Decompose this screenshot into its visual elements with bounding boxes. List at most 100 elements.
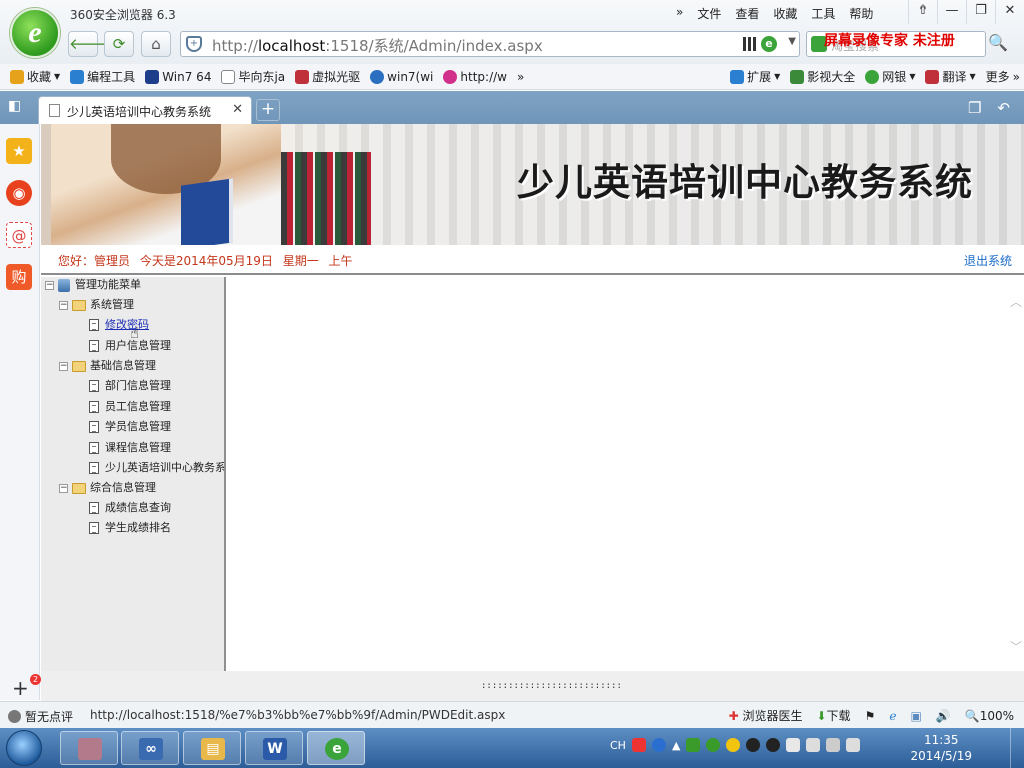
flag-icon[interactable] (786, 738, 801, 752)
back-button[interactable]: 🡐 (68, 31, 109, 57)
bookmark-item[interactable]: Win7 64 (145, 69, 211, 84)
zoom-icon: 🔍 (964, 708, 980, 723)
ie-icon[interactable]: ℯ (889, 709, 896, 723)
tab-close-icon[interactable]: ✕ (232, 102, 243, 117)
taskbar-app-photo[interactable] (60, 731, 118, 765)
undo-close-icon[interactable]: ↶ (997, 99, 1010, 117)
bookmark-item[interactable]: win7(wi (370, 69, 433, 84)
collapse-toggle-icon[interactable]: − (59, 361, 68, 371)
tree-item-student[interactable]: 学员信息管理 (89, 419, 171, 435)
taskbar-app-word[interactable]: W (245, 731, 303, 765)
collapse-toggle-icon[interactable]: − (45, 280, 54, 290)
tab-active[interactable]: 少儿英语培训中心教务系统 ✕ (38, 96, 252, 124)
chevron-down-icon[interactable]: ▼ (788, 36, 796, 47)
video-button[interactable]: 影视大全 (790, 68, 855, 85)
content-frame[interactable]: ︿ ﹀ (228, 277, 1024, 671)
tree-group-basic-info[interactable]: − 基础信息管理 (59, 358, 156, 374)
extensions-button[interactable]: 扩展 ▼ (730, 68, 780, 85)
ie-mode-icon[interactable]: e (761, 36, 777, 52)
menu-favorites[interactable]: 收藏 (773, 5, 797, 22)
collapse-toggle-icon[interactable]: − (59, 300, 68, 310)
security-icon[interactable] (706, 738, 721, 752)
bookmark-item[interactable]: 毕向东ja (221, 68, 285, 85)
translate-button[interactable]: 翻译 ▼ (925, 68, 976, 85)
tree-item-change-password[interactable]: 修改密码 (89, 317, 149, 333)
network-icon[interactable] (826, 738, 841, 752)
new-tab-button[interactable]: + (256, 99, 280, 121)
tree-group-system[interactable]: − 系统管理 (59, 297, 134, 313)
qq-icon[interactable] (766, 738, 781, 752)
download-button[interactable]: ⬇下载 (816, 707, 850, 724)
close-window-button[interactable]: ✕ (995, 0, 1024, 24)
menu-file[interactable]: 文件 (697, 5, 721, 22)
tree-item-score-ranking[interactable]: 学生成绩排名 (89, 520, 171, 536)
tree-item-course[interactable]: 课程信息管理 (89, 440, 171, 456)
tree-group-integrated[interactable]: − 综合信息管理 (59, 480, 156, 496)
add-sidebar-icon[interactable]: + (12, 676, 29, 700)
skin-button[interactable]: ⇮ (908, 0, 937, 24)
email-icon[interactable]: @ (6, 222, 32, 248)
scroll-down-icon[interactable]: ﹀ (1010, 638, 1022, 655)
weibo-icon[interactable]: ◉ (6, 180, 32, 206)
logout-link[interactable]: 退出系统 (964, 252, 1012, 269)
window-icon[interactable]: ▣ (910, 709, 921, 723)
browser-doctor-button[interactable]: ✚ 浏览器医生 (729, 707, 803, 724)
bookmark-item[interactable]: 编程工具 (70, 68, 135, 85)
menu-help[interactable]: 帮助 (849, 5, 873, 22)
menu-more-icon[interactable]: » (676, 5, 683, 22)
more-button[interactable]: 更多» (986, 68, 1020, 85)
bank-button[interactable]: 网银 ▼ (865, 68, 915, 85)
restore-tabs-icon[interactable]: ❐ (968, 99, 981, 117)
show-desktop-button[interactable] (1010, 728, 1024, 768)
shopping-icon[interactable]: 购 (6, 264, 32, 290)
qr-code-icon[interactable] (743, 37, 757, 51)
tree-root[interactable]: − 管理功能菜单 (45, 277, 141, 293)
bookmarks-more-icon[interactable]: » (517, 70, 524, 84)
taskbar-app-browser[interactable]: e (307, 731, 365, 765)
zoom-control[interactable]: 🔍100% (965, 709, 1014, 723)
minimize-button[interactable]: — (937, 0, 966, 24)
refresh-button[interactable]: ⟳ (104, 31, 134, 57)
plus-circle-icon[interactable] (726, 738, 741, 752)
collapse-toggle-icon[interactable]: − (59, 483, 68, 493)
home-button[interactable]: ⌂ (141, 31, 171, 57)
globe-icon (370, 69, 385, 84)
browser-logo-icon[interactable]: e (10, 8, 60, 58)
bookmark-item[interactable]: http://w (443, 69, 507, 84)
shield-icon[interactable] (686, 738, 701, 752)
taskbar-app-explorer[interactable]: ▤ (183, 731, 241, 765)
security-shield-icon[interactable]: + (186, 36, 202, 52)
tree-item-employee[interactable]: 员工信息管理 (89, 399, 171, 415)
search-icon[interactable]: 🔍 (988, 33, 1008, 52)
bookmark-item[interactable]: 虚拟光驱 (295, 68, 360, 85)
splitter-grip[interactable]: :::::::::::::::::::::::::: (481, 681, 622, 691)
scroll-up-icon[interactable]: ︿ (1010, 293, 1022, 310)
sogou-icon[interactable] (631, 738, 646, 752)
device-icon[interactable] (806, 738, 821, 752)
site-title: 少儿英语培训中心教务系统 (517, 161, 973, 204)
tree-item-center[interactable]: 少儿英语培训中心教务系 (89, 460, 224, 476)
frame-splitter[interactable]: :::::::::::::::::::::::::: (41, 671, 1024, 701)
start-button[interactable] (6, 730, 42, 766)
language-indicator[interactable]: CH (610, 739, 626, 752)
restore-button[interactable]: ❐ (966, 0, 995, 24)
help-icon[interactable] (651, 738, 666, 752)
tray-expand-icon[interactable]: ▲ (672, 739, 680, 752)
sidebar-toggle-icon[interactable]: ◧ (8, 98, 21, 114)
system-clock[interactable]: 11:35 2014/5/19 (910, 732, 972, 764)
address-bar[interactable]: + http://localhost:1518/系统/Admin/index.a… (180, 31, 800, 57)
tree-item-score-query[interactable]: 成绩信息查询 (89, 500, 171, 516)
volume-icon[interactable] (846, 738, 861, 752)
page-rating[interactable]: 暂无点评 (8, 708, 73, 725)
favorites-star-icon[interactable]: ★ (6, 138, 32, 164)
volume-icon[interactable]: 🔊 (936, 709, 951, 723)
accelerator-icon[interactable]: ⚑ (865, 709, 876, 723)
bookmark-favorites[interactable]: 收藏 ▼ (10, 68, 60, 85)
tree-item-department[interactable]: 部门信息管理 (89, 378, 171, 394)
menu-tools[interactable]: 工具 (811, 5, 835, 22)
taskbar-app-vs[interactable]: ∞ (121, 731, 179, 765)
menu-view[interactable]: 查看 (735, 5, 759, 22)
qq-icon[interactable] (746, 738, 761, 752)
word-icon: W (263, 738, 287, 760)
address-url[interactable]: http://localhost:1518/系统/Admin/index.asp… (212, 35, 543, 56)
